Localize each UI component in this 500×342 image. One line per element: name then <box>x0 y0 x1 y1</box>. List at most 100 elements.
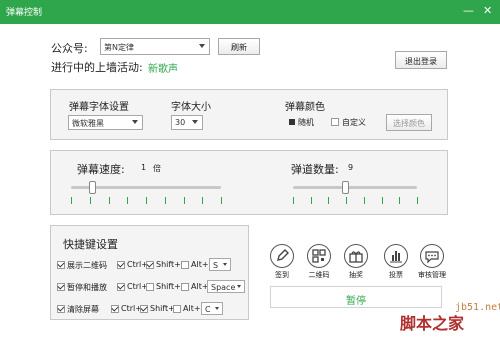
hotkey-key-select[interactable]: C <box>201 302 223 315</box>
font-label: 弹幕字体设置 <box>69 102 129 113</box>
hotkey-key-value: Space <box>211 283 236 292</box>
hotkey-label: 暂停和播放 <box>67 283 107 292</box>
alt-checkbox[interactable] <box>181 283 189 291</box>
chat-bubble-icon <box>420 244 444 268</box>
alt-checkbox[interactable] <box>181 261 189 269</box>
chevron-down-icon <box>199 44 205 48</box>
watermark-name: 脚本之家 <box>400 314 465 333</box>
slider-tick <box>127 197 129 204</box>
font-select[interactable]: 微软雅黑 <box>68 115 143 130</box>
speed-unit: 倍 <box>153 164 161 173</box>
checkin-label: 签到 <box>275 271 289 279</box>
pause-button[interactable]: 暂停 <box>270 286 442 308</box>
custom-checkbox[interactable] <box>331 118 339 126</box>
random-label: 随机 <box>298 118 314 127</box>
activity-label: 进行中的上墙活动: <box>51 61 143 74</box>
slider-tick <box>328 197 330 204</box>
pencil-icon <box>270 244 294 268</box>
slider-tick <box>71 197 72 204</box>
alt-label: Alt+ <box>183 304 201 313</box>
lottery-button[interactable]: 抽奖 <box>336 244 376 280</box>
shift-checkbox[interactable] <box>140 305 148 313</box>
slider-tick <box>310 197 312 204</box>
review-button[interactable]: 审核管理 <box>412 244 452 280</box>
ctrl-label: Ctrl+ <box>127 282 148 291</box>
hotkey-panel: 快捷键设置 展示二维码 Ctrl+ Shift+ Alt+ S 暂停和播放 Ct… <box>50 225 249 320</box>
lane-slider-thumb[interactable] <box>342 181 350 194</box>
speed-value: 1 <box>141 163 147 172</box>
chevron-down-icon <box>215 307 219 310</box>
slider-tick <box>164 197 166 204</box>
account-select[interactable]: 第N定律 <box>100 38 210 55</box>
hotkey-enable-checkbox[interactable] <box>57 283 65 291</box>
ctrl-checkbox[interactable] <box>111 305 119 313</box>
lane-label: 弹道数量: <box>291 163 339 176</box>
chevron-down-icon <box>223 263 227 266</box>
size-label: 字体大小 <box>171 102 211 113</box>
title-bar: 弹幕控制 — ✕ <box>0 0 500 24</box>
size-select[interactable]: 30 <box>171 115 203 130</box>
slider-tick <box>346 197 348 204</box>
review-label: 审核管理 <box>418 271 446 279</box>
slider-tick <box>202 197 204 204</box>
bar-chart-icon <box>384 244 408 268</box>
slider-tick <box>89 197 91 204</box>
refresh-button[interactable]: 刷新 <box>218 38 260 55</box>
hotkey-label: 清除屏幕 <box>67 305 99 314</box>
logout-button[interactable]: 退出登录 <box>395 51 447 69</box>
lane-value: 9 <box>348 163 354 172</box>
slider-tick <box>221 197 222 204</box>
shift-checkbox[interactable] <box>146 261 154 269</box>
hotkey-key-select[interactable]: Space <box>207 280 245 293</box>
shift-label: Shift+ <box>156 260 181 269</box>
slider-panel: 弹幕速度: 1 倍 弹道数量: 9 <box>50 150 448 215</box>
qrcode-button[interactable]: 二维码 <box>299 244 339 280</box>
chevron-down-icon <box>192 120 198 124</box>
shift-label: Shift+ <box>156 282 181 291</box>
window-title: 弹幕控制 <box>6 8 43 18</box>
alt-label: Alt+ <box>191 282 209 291</box>
ctrl-checkbox[interactable] <box>117 283 125 291</box>
chevron-down-icon <box>132 120 138 124</box>
shift-label: Shift+ <box>150 304 175 313</box>
lottery-label: 抽奖 <box>349 271 363 279</box>
hotkey-key-value: C <box>205 305 211 314</box>
font-select-value: 微软雅黑 <box>72 119 104 128</box>
activity-value: 新歌声 <box>148 64 178 75</box>
size-select-value: 30 <box>175 118 186 127</box>
alt-label: Alt+ <box>191 260 209 269</box>
close-icon[interactable]: ✕ <box>483 4 492 18</box>
color-label: 弹幕颜色 <box>285 102 325 113</box>
ctrl-checkbox[interactable] <box>117 261 125 269</box>
checkin-button[interactable]: 签到 <box>262 244 302 280</box>
account-select-value: 第N定律 <box>104 43 134 52</box>
qrcode-label: 二维码 <box>308 271 330 279</box>
ctrl-label: Ctrl+ <box>127 260 148 269</box>
slider-tick <box>399 197 401 204</box>
gift-icon <box>344 244 368 268</box>
slider-tick <box>417 197 418 204</box>
account-label: 公众号: <box>51 42 88 55</box>
shift-checkbox[interactable] <box>146 283 154 291</box>
slider-tick <box>363 197 365 204</box>
hotkey-enable-checkbox[interactable] <box>57 261 65 269</box>
slider-tick <box>108 197 110 204</box>
alt-checkbox[interactable] <box>173 305 181 313</box>
random-radio[interactable] <box>289 119 295 125</box>
hotkey-key-select[interactable]: S <box>209 258 231 271</box>
lane-slider-track[interactable] <box>293 186 417 189</box>
vote-label: 投票 <box>389 271 403 279</box>
slider-tick <box>381 197 383 204</box>
slider-tick <box>183 197 185 204</box>
hotkey-title: 快捷键设置 <box>63 238 118 251</box>
minimize-icon[interactable]: — <box>463 4 474 18</box>
speed-slider-thumb[interactable] <box>89 181 96 194</box>
ctrl-label: Ctrl+ <box>121 304 142 313</box>
pick-color-button[interactable]: 选择颜色 <box>386 114 432 131</box>
hotkey-label: 展示二维码 <box>67 261 107 270</box>
custom-label: 自定义 <box>342 118 366 127</box>
qrcode-icon <box>307 244 331 268</box>
vote-button[interactable]: 投票 <box>376 244 416 280</box>
hotkey-key-value: S <box>213 261 219 270</box>
hotkey-enable-checkbox[interactable] <box>57 305 65 313</box>
